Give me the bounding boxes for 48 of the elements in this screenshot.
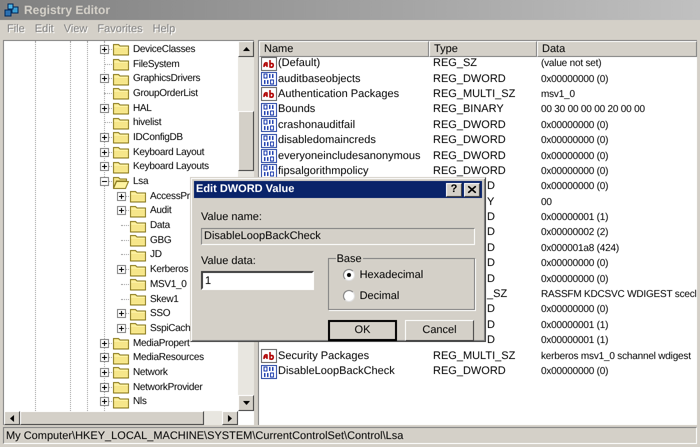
value-data: (value not set) [541, 58, 602, 70]
value-type: REG_DWORD [433, 134, 506, 146]
value-type: REG_BINARY [433, 103, 504, 116]
value-type: REG_MULTI_SZ [433, 88, 516, 100]
value-data: 00 30 00 00 00 20 00 00 [541, 104, 645, 116]
value-type: D [487, 303, 495, 316]
status-bar: My Computer\HKEY_LOCAL_MACHINE\SYSTEM\CurrentControlSet\Control\Lsa [3, 427, 697, 444]
value-data: 0x00000000 (0) [541, 166, 608, 177]
value-type: Y [487, 196, 494, 208]
value-data: 0x000001a8 (424) [541, 242, 619, 254]
value-type: REG_DWORD [433, 72, 506, 85]
value-data: RASSFM KDCSVC WDIGEST scecli [541, 289, 697, 300]
value-data: 0x00000000 (0) [541, 304, 608, 316]
value-data: 0x00000002 (2) [541, 227, 608, 238]
value-data: 0x00000000 (0) [541, 366, 608, 377]
value-data: 0x00000000 (0) [541, 181, 608, 192]
value-name-label: Value name: [201, 210, 263, 225]
value-data: 00 [541, 196, 552, 208]
value-data: 0x00000000 (0) [541, 258, 608, 270]
value-data: 0x00000001 (1) [541, 335, 608, 346]
value-type: _SZ [487, 288, 508, 300]
value-type: REG_DWORD [433, 118, 506, 131]
value-type: REG_SZ [433, 57, 478, 70]
value-data: 0x00000000 (0) [541, 150, 608, 162]
value-type: D [487, 226, 495, 238]
value-data-label: Value data: [201, 254, 257, 268]
value-data: 0x00000000 (0) [541, 74, 608, 85]
value-data: 0x00000000 (0) [541, 135, 608, 146]
value-type: REG_DWORD [433, 164, 506, 177]
value-data: kerberos msv1_0 schannel wdigest [541, 350, 691, 362]
value-data: 0x00000000 (0) [541, 120, 608, 131]
value-data: 0x00000001 (1) [541, 212, 608, 224]
value-type: D [487, 257, 495, 270]
value-data: 0x00000000 (0) [541, 274, 608, 285]
value-type: D [487, 318, 495, 331]
window-title: Registry Editor [24, 2, 110, 19]
value-type: D [487, 242, 495, 254]
value-type: D [487, 211, 495, 224]
value-data: msv1_0 [541, 88, 575, 100]
value-type: D [487, 334, 495, 346]
value-name-field: DisableLoopBackCheck [201, 228, 475, 244]
value-type: REG_DWORD [433, 365, 506, 377]
value-type: REG_MULTI_SZ [433, 350, 516, 362]
value-data: 0x00000001 (1) [541, 320, 608, 331]
value-type: D [487, 180, 495, 192]
dialog-title: Edit DWORD Value [196, 182, 294, 198]
value-type: D [487, 272, 495, 285]
value-type: REG_DWORD [433, 150, 506, 162]
